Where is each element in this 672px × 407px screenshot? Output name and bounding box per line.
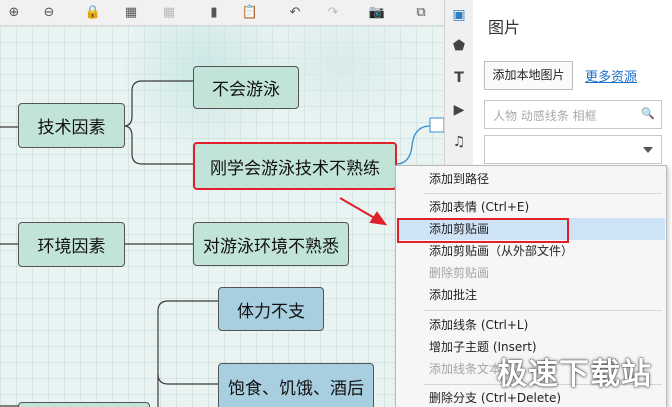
more-resources-link[interactable]: 更多资源 bbox=[585, 66, 637, 85]
redo-icon[interactable]: ↷ bbox=[324, 4, 342, 21]
panel-title: 图片 bbox=[488, 18, 521, 37]
window-icon[interactable]: ⧉ bbox=[412, 4, 430, 21]
node-cannot-swim[interactable]: 不会游泳 bbox=[193, 66, 299, 109]
chevron-down-icon bbox=[643, 147, 653, 153]
music-icon[interactable]: ♫ bbox=[451, 134, 467, 150]
menu-item-add-emoji[interactable]: 添加表情 (Ctrl+E) bbox=[397, 196, 665, 218]
mindmap-canvas[interactable]: 技术因素 不会游泳 刚学会游泳技术不熟练 环境因素 对游泳环境不熟悉 体力不支 … bbox=[0, 26, 444, 407]
copy-icon[interactable]: ▮ bbox=[205, 4, 223, 21]
menu-item-add-note[interactable]: 添加批注 bbox=[397, 284, 665, 306]
image-icon[interactable]: ▣ bbox=[451, 7, 467, 23]
menu-separator bbox=[424, 310, 662, 311]
menu-separator bbox=[424, 193, 662, 194]
node-label: 饱食、饥饿、酒后 bbox=[228, 379, 364, 399]
menu-item-add-line[interactable]: 添加线条 (Ctrl+L) bbox=[397, 314, 665, 336]
highlight-annotation-box bbox=[397, 218, 569, 243]
zoom-in-icon[interactable]: ⊕ bbox=[5, 4, 23, 21]
grid-icon[interactable]: ▦ bbox=[122, 4, 140, 21]
site-watermark: 极速下载站 bbox=[497, 357, 652, 392]
zoom-out-icon[interactable]: ⊖ bbox=[40, 4, 58, 21]
menu-item-add-to-path[interactable]: 添加到路径 bbox=[397, 168, 665, 190]
toolbar: ⊕ ⊖ 🔒 ▦ ▦ ▮ 📋 ↶ ↷ 📷 ⧉ bbox=[0, 0, 444, 26]
mindmap-app: ⊕ ⊖ 🔒 ▦ ▦ ▮ 📋 ↶ ↷ 📷 ⧉ 技术因素 不会游泳 刚学会游泳技术不… bbox=[0, 0, 672, 407]
node-label: 体力不支 bbox=[237, 301, 305, 322]
lock-icon[interactable]: 🔒 bbox=[84, 4, 102, 21]
paste-icon[interactable]: 📋 bbox=[241, 4, 259, 21]
node-label: 技术因素 bbox=[37, 118, 106, 138]
node-exhaustion[interactable]: 体力不支 bbox=[218, 287, 324, 331]
undo-icon[interactable]: ↶ bbox=[286, 4, 304, 21]
video-icon[interactable]: ▶ bbox=[451, 102, 467, 118]
node-technical-factors[interactable]: 技术因素 bbox=[18, 103, 125, 148]
grid-settings-icon[interactable]: ▦ bbox=[160, 4, 178, 21]
node-label: 环境因素 bbox=[37, 237, 106, 257]
node-environment-factors[interactable]: 环境因素 bbox=[18, 222, 125, 267]
text-icon[interactable]: T bbox=[451, 70, 467, 86]
menu-item-add-clipart-external[interactable]: 添加剪贴画（从外部文件） bbox=[397, 240, 665, 262]
node-label: 刚学会游泳技术不熟练 bbox=[210, 158, 380, 179]
search-box: 🔍 bbox=[484, 100, 662, 129]
node-food-alcohol[interactable]: 饱食、饥饿、酒后 bbox=[218, 363, 374, 407]
node-label: 对游泳环境不熟悉 bbox=[203, 236, 339, 257]
search-icon[interactable]: 🔍 bbox=[641, 107, 655, 121]
node-partial[interactable] bbox=[18, 402, 150, 407]
add-local-image-button[interactable]: 添加本地图片 bbox=[484, 61, 573, 90]
search-input[interactable] bbox=[491, 105, 641, 126]
shape-icon[interactable]: ⬟ bbox=[451, 38, 467, 54]
node-label: 不会游泳 bbox=[212, 80, 280, 100]
category-dropdown[interactable] bbox=[484, 135, 662, 164]
node-unfamiliar-environment[interactable]: 对游泳环境不熟悉 bbox=[193, 222, 349, 266]
menu-item-delete-clipart[interactable]: 删除剪贴画 bbox=[397, 262, 665, 284]
node-just-learned-swimming[interactable]: 刚学会游泳技术不熟练 bbox=[193, 142, 397, 190]
camera-icon[interactable]: 📷 bbox=[368, 4, 386, 21]
